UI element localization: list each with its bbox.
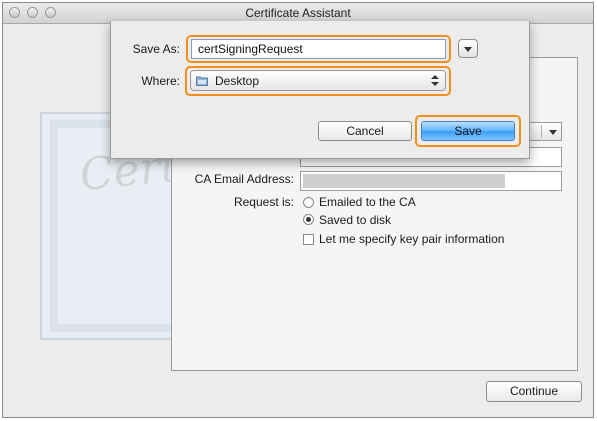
save-as-input[interactable] bbox=[191, 39, 446, 59]
folder-icon bbox=[196, 76, 208, 86]
chevron-down-icon bbox=[464, 47, 472, 52]
radio-saved-to-disk[interactable] bbox=[303, 214, 314, 225]
where-dropdown[interactable]: Desktop bbox=[190, 70, 446, 91]
ca-email-field[interactable] bbox=[300, 171, 562, 191]
specify-keypair-label: Let me specify key pair information bbox=[319, 232, 505, 246]
where-label: Where: bbox=[141, 74, 180, 88]
radio-emailed-to-ca-label: Emailed to the CA bbox=[319, 195, 416, 209]
updown-arrows-icon bbox=[431, 75, 439, 86]
specify-keypair-checkbox[interactable] bbox=[303, 234, 314, 245]
continue-button[interactable]: Continue bbox=[486, 381, 582, 402]
request-is-label: Request is: bbox=[233, 195, 294, 209]
chevron-down-icon bbox=[549, 130, 557, 135]
window-title: Certificate Assistant bbox=[245, 6, 351, 20]
ca-email-label: CA Email Address: bbox=[194, 172, 294, 186]
radio-emailed-to-ca[interactable] bbox=[303, 197, 314, 208]
save-button[interactable]: Save bbox=[421, 121, 515, 141]
radio-saved-to-disk-label: Saved to disk bbox=[319, 213, 392, 227]
expand-browser-button[interactable] bbox=[458, 39, 478, 58]
where-value: Desktop bbox=[215, 74, 260, 88]
cancel-button[interactable]: Cancel bbox=[318, 121, 412, 141]
ca-email-placeholder-fill bbox=[303, 174, 505, 188]
save-as-label: Save As: bbox=[132, 42, 180, 56]
